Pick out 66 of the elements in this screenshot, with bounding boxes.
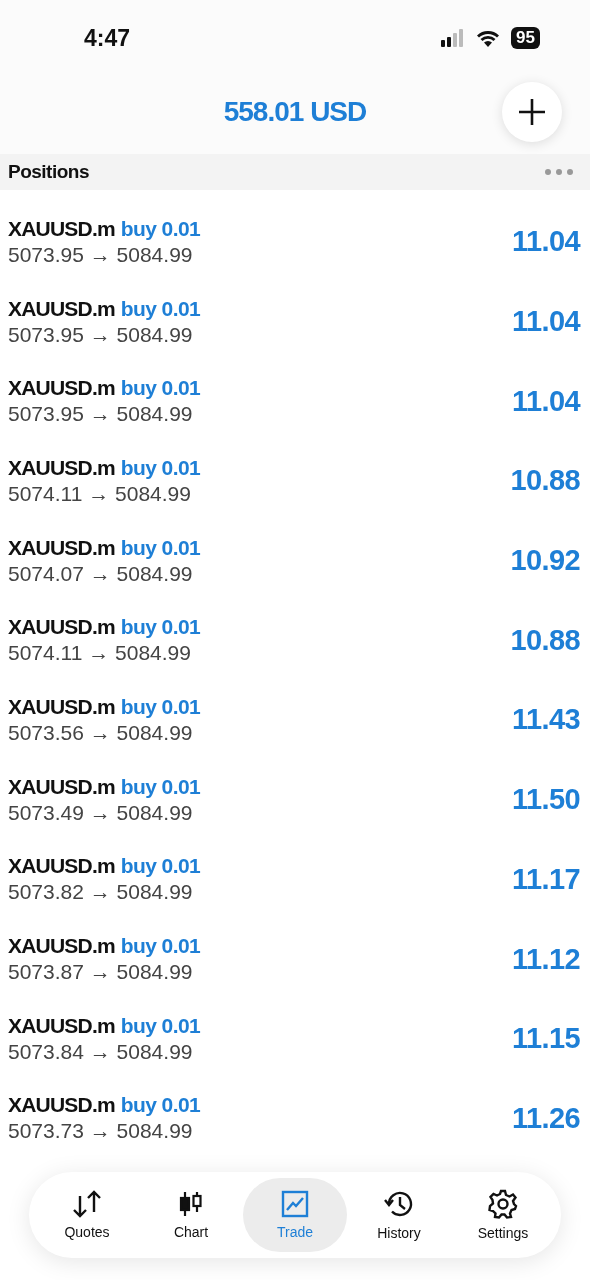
profit: 11.04	[512, 384, 580, 418]
profit: 11.17	[512, 862, 580, 896]
account-balance: 558.01 USD	[223, 96, 367, 128]
profit: 11.15	[512, 1022, 580, 1056]
wifi-icon	[475, 29, 502, 47]
price-range: 5074.11 → 5084.99	[8, 641, 192, 666]
order-type: buy 0.01	[120, 694, 201, 719]
profit: 10.88	[510, 464, 580, 498]
order-type: buy 0.01	[120, 774, 201, 799]
more-icon[interactable]	[544, 168, 574, 176]
new-order-button[interactable]	[502, 82, 562, 142]
status-time: 4:47	[84, 24, 131, 52]
profit: 11.04	[512, 305, 580, 339]
line-chart-icon	[281, 1190, 309, 1219]
price-range: 5073.95 → 5084.99	[8, 402, 194, 427]
price-range: 5073.49 → 5084.99	[8, 800, 194, 825]
order-type: buy 0.01	[120, 535, 201, 560]
price-range: 5073.95 → 5084.99	[8, 242, 194, 267]
profit: 11.12	[512, 942, 580, 976]
signal-icon	[441, 29, 466, 47]
candlestick-icon	[178, 1190, 204, 1219]
symbol: XAUUSD.m	[8, 694, 115, 719]
order-type: buy 0.01	[120, 296, 201, 321]
order-type: buy 0.01	[120, 216, 201, 241]
tab[interactable]: Chart	[139, 1178, 243, 1253]
order-type: buy 0.01	[120, 455, 201, 480]
order-type: buy 0.01	[120, 1093, 201, 1118]
symbol: XAUUSD.m	[8, 774, 115, 799]
symbol: XAUUSD.m	[8, 615, 115, 640]
price-range: 5074.07 → 5084.99	[8, 561, 194, 586]
price-range: 5073.82 → 5084.99	[8, 880, 194, 905]
order-type: buy 0.01	[120, 376, 201, 401]
price-range: 5074.11 → 5084.99	[8, 481, 192, 506]
price-range: 5073.56 → 5084.99	[8, 720, 194, 745]
plus-icon	[518, 98, 546, 126]
arrows-icon	[72, 1190, 102, 1219]
tab[interactable]: History	[347, 1178, 451, 1253]
profit: 10.88	[510, 623, 580, 657]
battery-level: 95	[511, 27, 540, 49]
tab[interactable]: Settings	[451, 1178, 555, 1253]
symbol: XAUUSD.m	[8, 296, 115, 321]
profit: 11.43	[512, 703, 580, 737]
section-title: Positions	[8, 161, 89, 183]
price-range: 5073.84 → 5084.99	[8, 1039, 194, 1064]
symbol: XAUUSD.m	[8, 854, 115, 879]
price-range: 5073.87 → 5084.99	[8, 960, 194, 985]
profit: 11.04	[512, 225, 580, 259]
symbol: XAUUSD.m	[8, 535, 115, 560]
profit: 11.50	[512, 783, 580, 817]
order-type: buy 0.01	[120, 1013, 201, 1038]
symbol: XAUUSD.m	[8, 1093, 115, 1118]
tab[interactable]: Quotes	[35, 1178, 139, 1253]
price-range: 5073.95 → 5084.99	[8, 322, 194, 347]
symbol: XAUUSD.m	[8, 1013, 115, 1038]
symbol: XAUUSD.m	[8, 216, 115, 241]
settings-icon	[488, 1189, 518, 1220]
price-range: 5073.73 → 5084.99	[8, 1119, 194, 1144]
symbol: XAUUSD.m	[8, 455, 115, 480]
profit: 10.92	[510, 544, 580, 578]
order-type: buy 0.01	[120, 615, 201, 640]
symbol: XAUUSD.m	[8, 376, 115, 401]
tab[interactable]: Trade	[243, 1178, 347, 1253]
order-type: buy 0.01	[120, 934, 201, 959]
order-type: buy 0.01	[120, 854, 201, 879]
profit: 11.26	[512, 1101, 580, 1135]
symbol: XAUUSD.m	[8, 934, 115, 959]
